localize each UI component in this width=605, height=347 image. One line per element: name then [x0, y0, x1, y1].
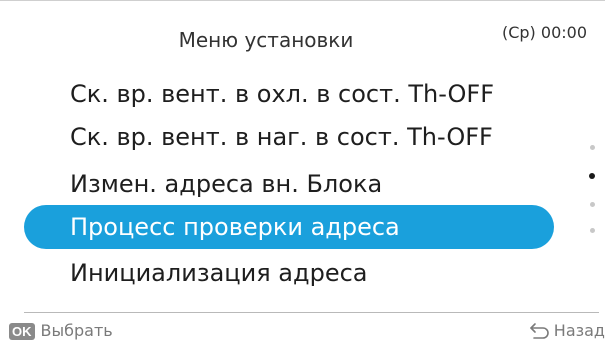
menu-item-label: Ск. вр. вент. в охл. в сост. Th-OFF: [70, 80, 495, 108]
setup-menu-screen: Меню установки (Ср) 00:00 Ск. вр. вент. …: [0, 0, 605, 347]
menu-item-fan-speed-cooling-thoff[interactable]: Ск. вр. вент. в охл. в сост. Th-OFF: [24, 72, 554, 116]
page-dot: [590, 228, 595, 233]
menu-item-address-check-process[interactable]: Процесс проверки адреса: [24, 205, 554, 249]
back-button[interactable]: Назад: [528, 321, 605, 341]
page-dot-active: [589, 173, 595, 179]
setup-menu-list: Ск. вр. вент. в охл. в сост. Th-OFF Ск. …: [0, 1, 605, 311]
select-label: Выбрать: [40, 321, 113, 340]
page-dot: [590, 202, 595, 207]
select-button[interactable]: OK Выбрать: [9, 321, 113, 341]
menu-item-label: Измен. адреса вн. Блока: [70, 170, 383, 198]
menu-item-fan-speed-heating-thoff[interactable]: Ск. вр. вент. в наг. в сост. Th-OFF: [24, 115, 554, 159]
page-dot: [590, 145, 595, 150]
menu-item-change-indoor-address[interactable]: Измен. адреса вн. Блока: [24, 162, 554, 206]
return-arrow-icon: [529, 323, 549, 339]
menu-item-label: Инициализация адреса: [70, 259, 368, 287]
footer-divider: [24, 312, 599, 313]
menu-item-label: Процесс проверки адреса: [70, 213, 400, 241]
back-label: Назад: [553, 321, 605, 340]
ok-badge: OK: [9, 322, 35, 340]
menu-item-label: Ск. вр. вент. в наг. в сост. Th-OFF: [70, 123, 493, 151]
menu-item-address-initialization[interactable]: Инициализация адреса: [24, 251, 554, 295]
